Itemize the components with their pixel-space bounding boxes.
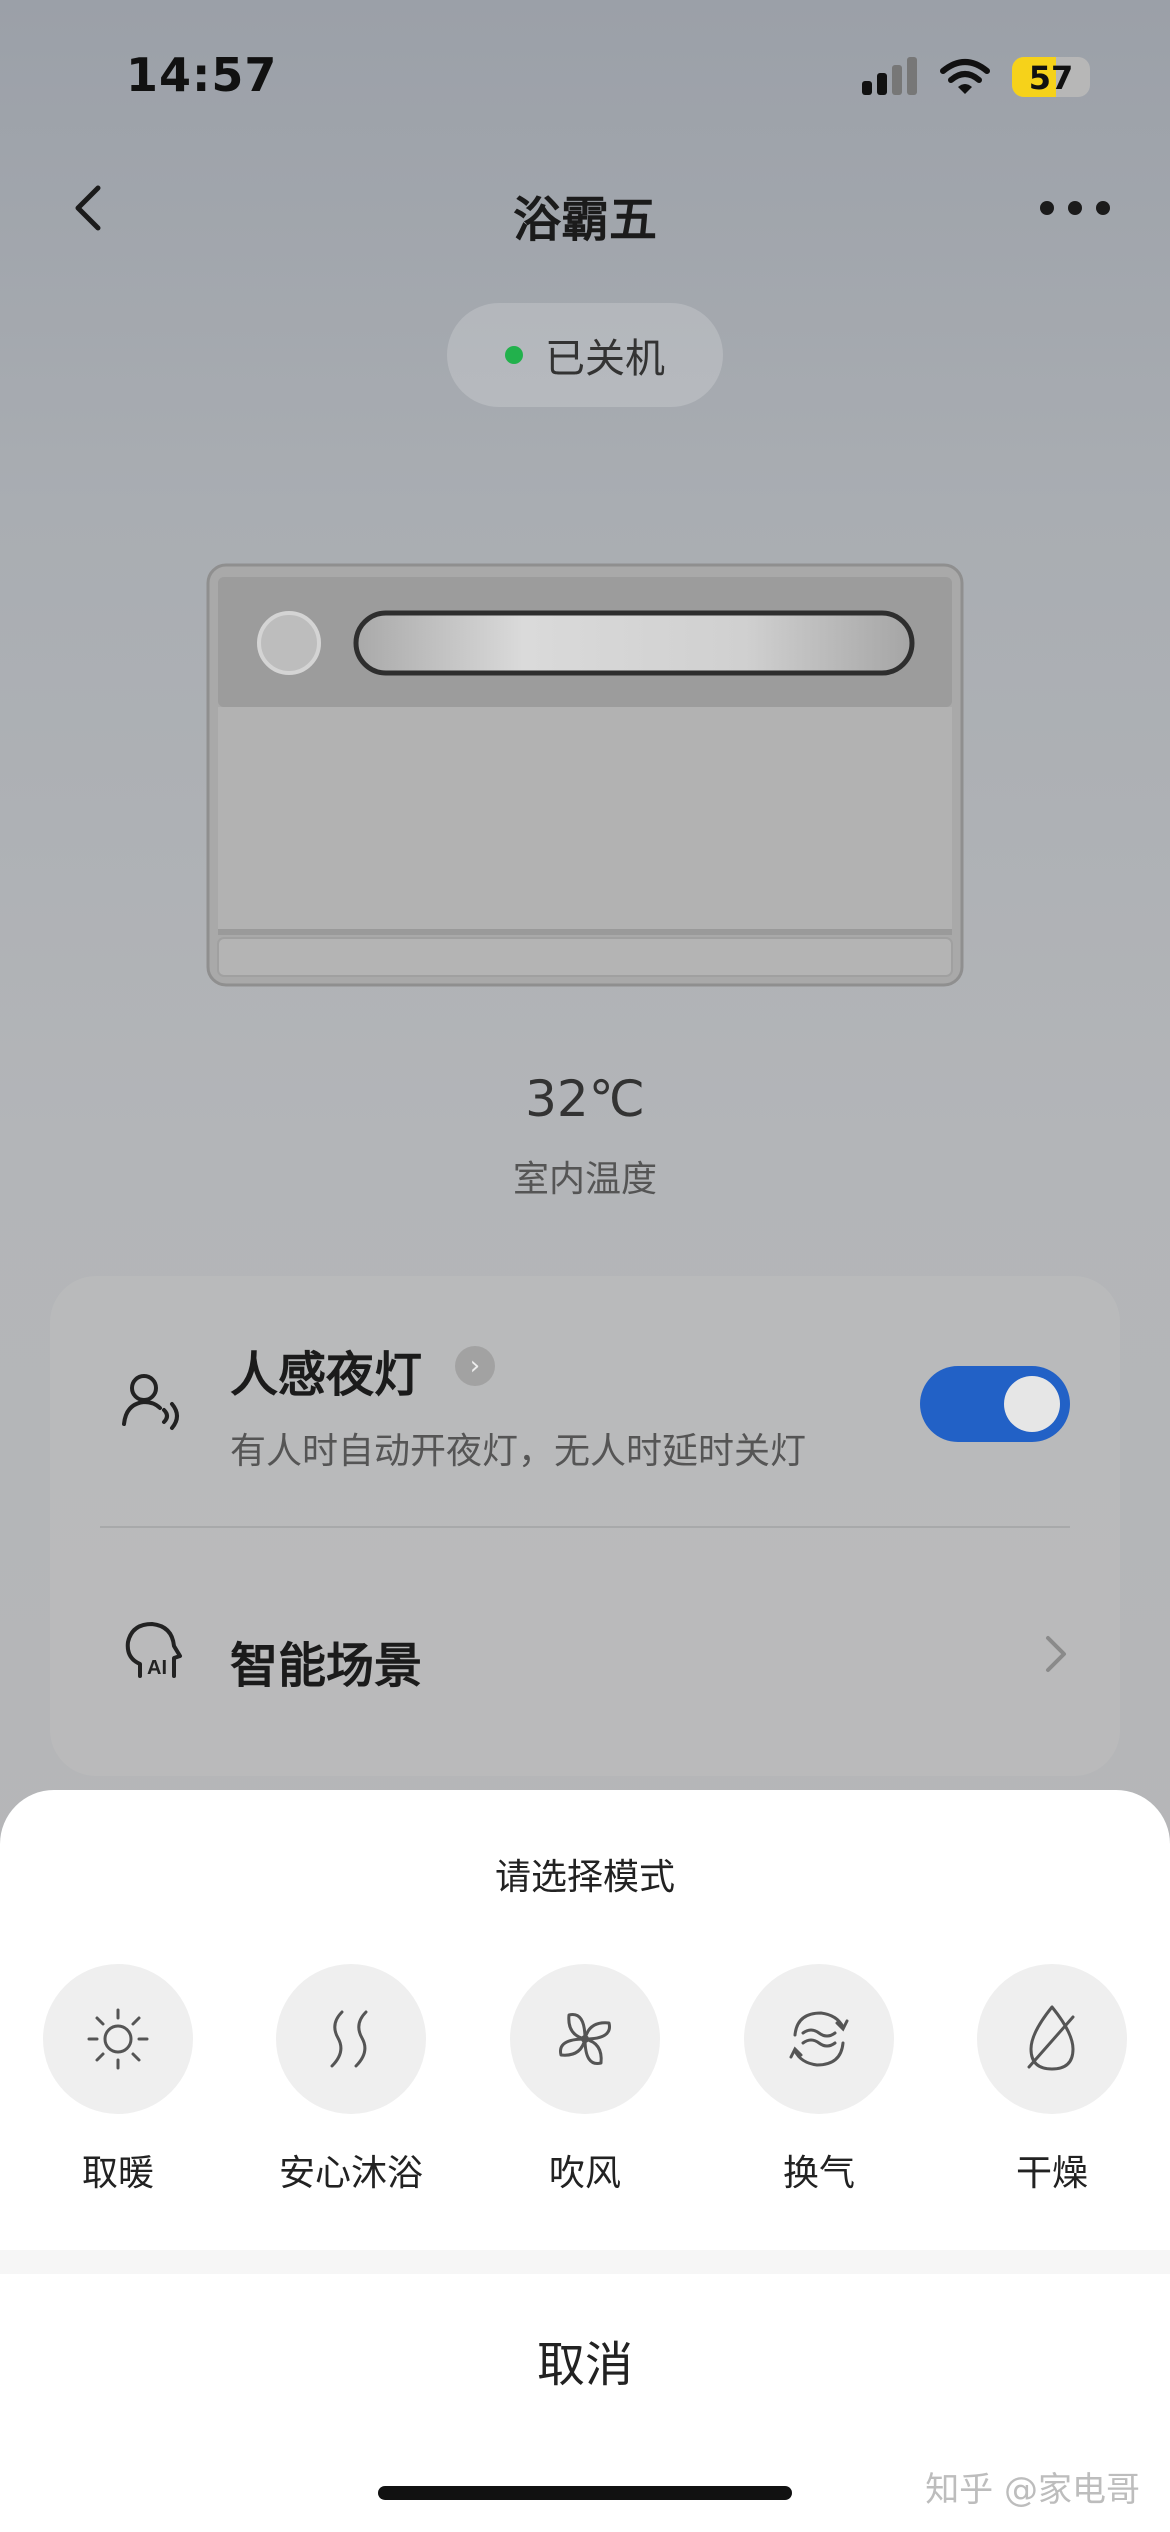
watermark: 知乎 @家电哥 (925, 2470, 1140, 2510)
mode-label: 干燥 (1015, 2153, 1088, 2194)
night-light-info-icon[interactable]: › (455, 1346, 495, 1386)
device-status-badge: 已关机 (447, 303, 723, 407)
cellular-signal-icon (862, 57, 917, 95)
sun-icon (87, 2008, 149, 2070)
chevron-right-icon[interactable] (1040, 1632, 1070, 1676)
home-indicator[interactable] (378, 2486, 792, 2500)
fan-icon (559, 2013, 611, 2065)
svg-text:AI: AI (147, 1657, 167, 1679)
person-sensor-icon (122, 1374, 179, 1430)
cancel-button[interactable]: 取消 (0, 2325, 1170, 2395)
device-status-text: 已关机 (545, 336, 665, 382)
battery-level: 57 (1028, 59, 1074, 97)
mode-safe-shower[interactable]: 安心沐浴 (246, 1964, 456, 2196)
sheet-separator (0, 2250, 1170, 2274)
more-options-icon[interactable] (1040, 196, 1110, 220)
card-divider (100, 1526, 1070, 1528)
mode-label: 取暖 (81, 2153, 154, 2194)
mode-label: 换气 (782, 2153, 855, 2194)
wifi-icon (940, 59, 990, 94)
status-icons: 57 (862, 52, 1090, 102)
mode-blow[interactable]: 吹风 (480, 1964, 690, 2196)
status-dot-icon (505, 346, 523, 364)
battery-icon: 57 (1012, 57, 1090, 97)
mode-label: 吹风 (548, 2153, 621, 2194)
page-title: 浴霸五 (512, 192, 657, 248)
ventilation-icon (789, 2011, 849, 2067)
temperature-label: 室内温度 (512, 1159, 657, 1200)
night-light-title: 人感夜灯 (230, 1347, 423, 1403)
smart-scene-title[interactable]: 智能场景 (230, 1626, 422, 1696)
mode-label: 安心沐浴 (278, 2153, 423, 2194)
dry-drop-icon (1027, 2005, 1075, 2071)
mode-heating[interactable]: 取暖 (13, 1964, 223, 2196)
ai-scene-icon: AI (125, 1622, 182, 1679)
status-time: 14:57 (126, 48, 278, 102)
steam-icon (330, 2010, 368, 2068)
temperature-value: 32℃ (525, 1070, 645, 1128)
night-light-toggle[interactable] (920, 1366, 1070, 1442)
night-light-subtitle: 有人时自动开夜灯，无人时延时关灯 (230, 1431, 807, 1472)
bath-heater-illustration (206, 563, 964, 987)
sheet-title: 请选择模式 (494, 1857, 675, 1898)
mode-dry[interactable]: 干燥 (947, 1964, 1157, 2196)
mode-ventilation[interactable]: 换气 (714, 1964, 924, 2196)
